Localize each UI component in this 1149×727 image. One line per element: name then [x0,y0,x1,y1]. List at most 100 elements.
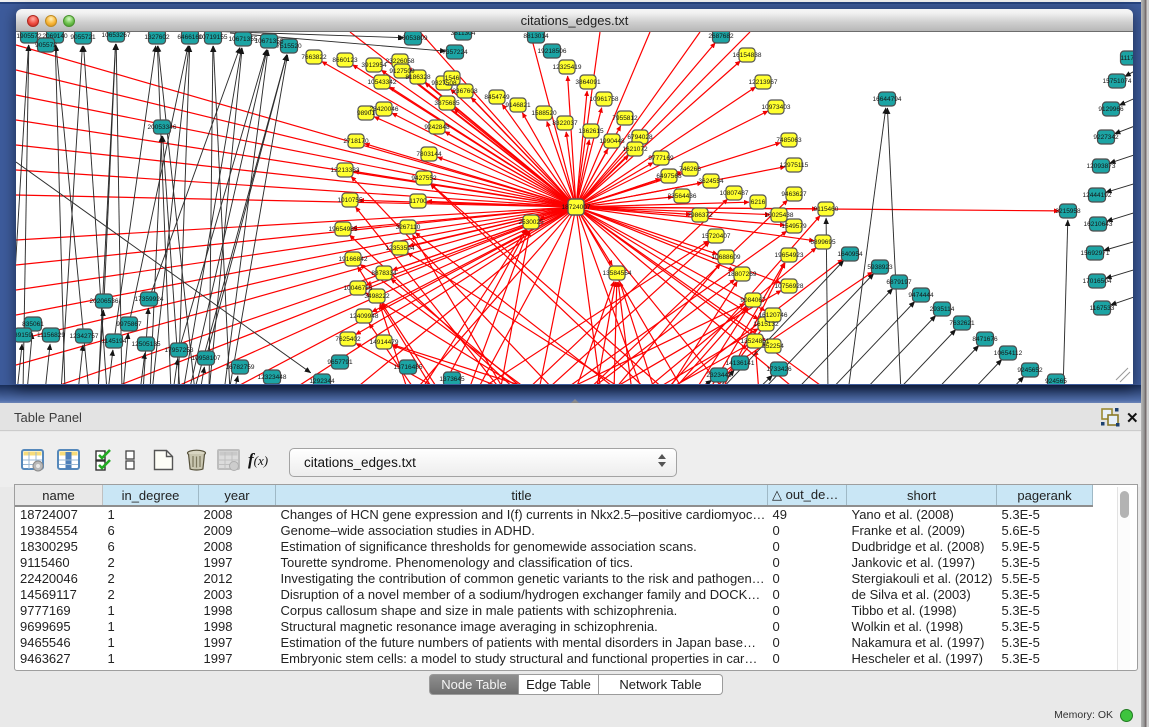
svg-text:10958107: 10958107 [192,355,221,362]
svg-text:10756928: 10756928 [775,283,804,290]
svg-text:3498222: 3498222 [364,293,390,300]
svg-text:2323448: 2323448 [706,372,732,379]
svg-text:1327602: 1327602 [144,34,170,41]
svg-text:12444192: 12444192 [1083,192,1112,199]
svg-text:16782759: 16782759 [226,364,255,371]
svg-text:9657791: 9657791 [327,359,353,366]
svg-text:15751074: 15751074 [1103,78,1132,85]
svg-text:13584554: 13584554 [603,270,632,277]
svg-text:1990448: 1990448 [599,138,625,145]
svg-text:16154838: 16154838 [733,52,762,59]
svg-text:1615132: 1615132 [753,321,779,328]
svg-text:9084067: 9084067 [740,297,766,304]
svg-text:252254: 252254 [762,343,784,350]
svg-text:835061: 835061 [22,321,44,328]
svg-text:2367608: 2367608 [452,88,478,95]
svg-text:12323448: 12323448 [258,374,287,381]
svg-text:3875685: 3875685 [434,100,460,107]
svg-text:11700: 11700 [409,198,427,205]
svg-text:9129966: 9129966 [1098,106,1124,113]
svg-text:1546: 1546 [445,75,460,82]
svg-text:6794028: 6794028 [627,134,653,141]
svg-text:7803144: 7803144 [416,151,442,158]
svg-text:1733426: 1733426 [766,366,792,373]
svg-text:16644794: 16644794 [873,96,902,103]
svg-text:9245652: 9245652 [1017,367,1043,374]
svg-text:14914479: 14914479 [370,339,399,346]
svg-text:8660123: 8660123 [332,57,358,64]
svg-text:11171: 11171 [1120,55,1133,62]
svg-text:12342757: 12342757 [70,333,99,340]
svg-text:14136141: 14136141 [726,360,755,367]
svg-text:1588520: 1588520 [531,110,557,117]
svg-text:2718170: 2718170 [343,138,369,145]
svg-text:18807269: 18807269 [728,271,757,278]
svg-text:17359924: 17359924 [135,296,164,303]
svg-text:10543342: 10543342 [368,79,397,86]
svg-text:9055721: 9055721 [70,34,96,41]
svg-text:1362615: 1362615 [578,128,604,135]
svg-text:23564436: 23564436 [668,193,697,200]
svg-text:15692971: 15692971 [1081,250,1110,257]
svg-text:9115460: 9115460 [814,206,839,213]
svg-text:18724007: 18724007 [562,204,591,211]
svg-text:11156829: 11156829 [37,332,65,339]
svg-text:10671355: 10671355 [229,36,258,43]
svg-text:7515520: 7515520 [276,43,302,50]
svg-text:1373645: 1373645 [439,376,465,383]
svg-text:12213383: 12213383 [331,167,360,174]
svg-text:10653267: 10653267 [102,32,131,39]
svg-text:3864091: 3864091 [575,79,601,86]
svg-text:9975867: 9975867 [116,321,142,328]
svg-text:98901: 98901 [357,110,375,117]
svg-text:746266: 746266 [679,166,701,173]
svg-text:8186328: 8186328 [405,74,431,81]
svg-text:12093873: 12093873 [1087,163,1116,170]
svg-text:5938923: 5938923 [867,264,893,271]
svg-text:2687682: 2687682 [708,33,734,40]
svg-text:19654923: 19654923 [775,252,804,259]
svg-text:39159: 39159 [16,332,32,339]
svg-text:1010755: 1010755 [337,197,363,204]
svg-text:7955812: 7955812 [612,115,638,122]
svg-text:8471676: 8471676 [972,336,998,343]
svg-text:2935114: 2935114 [930,306,955,313]
svg-text:8878334: 8878334 [371,270,397,277]
svg-text:9474444: 9474444 [908,292,934,299]
svg-text:17957253: 17957253 [165,347,194,354]
svg-text:1145194: 1145194 [102,338,127,345]
svg-text:12505135: 12505135 [132,341,161,348]
svg-text:7663822: 7663822 [301,54,327,61]
svg-text:1292344: 1292344 [309,378,335,384]
svg-text:6879197: 6879197 [886,279,912,286]
svg-text:12975115: 12975115 [780,162,809,169]
svg-text:9227342: 9227342 [1093,134,1119,141]
svg-text:2069140: 2069140 [42,33,68,40]
svg-text:1621072: 1621072 [622,146,648,153]
svg-text:20053346: 20053346 [148,124,177,131]
svg-text:6899695: 6899695 [810,239,836,246]
svg-text:6216: 6216 [751,199,766,206]
svg-text:17016504: 17016504 [1083,278,1112,285]
svg-text:8813014: 8813014 [523,33,549,40]
svg-text:3912954: 3912954 [361,62,387,69]
svg-text:7986372: 7986372 [687,212,713,219]
svg-text:1640954: 1640954 [837,251,863,258]
svg-text:1905572: 1905572 [16,33,42,40]
svg-text:20206536: 20206536 [90,298,119,305]
svg-text:10654112: 10654112 [994,350,1023,357]
svg-text:8322037: 8322037 [552,120,578,127]
svg-text:9463627: 9463627 [781,191,807,198]
svg-text:10807487: 10807487 [720,190,749,197]
svg-text:23226058: 23226058 [386,58,415,65]
svg-text:13716485: 13716485 [394,364,423,371]
svg-text:16120746: 16120746 [759,312,788,319]
svg-text:10961758: 10961758 [590,96,619,103]
svg-text:3811304: 3811304 [451,32,476,37]
svg-text:12325419: 12325419 [553,64,582,71]
svg-text:7357224: 7357224 [442,49,468,56]
svg-text:9777169: 9777169 [648,155,674,162]
svg-text:10025438: 10025438 [765,212,794,219]
svg-text:1167533: 1167533 [1090,305,1115,312]
svg-text:10719155: 10719155 [199,34,228,41]
